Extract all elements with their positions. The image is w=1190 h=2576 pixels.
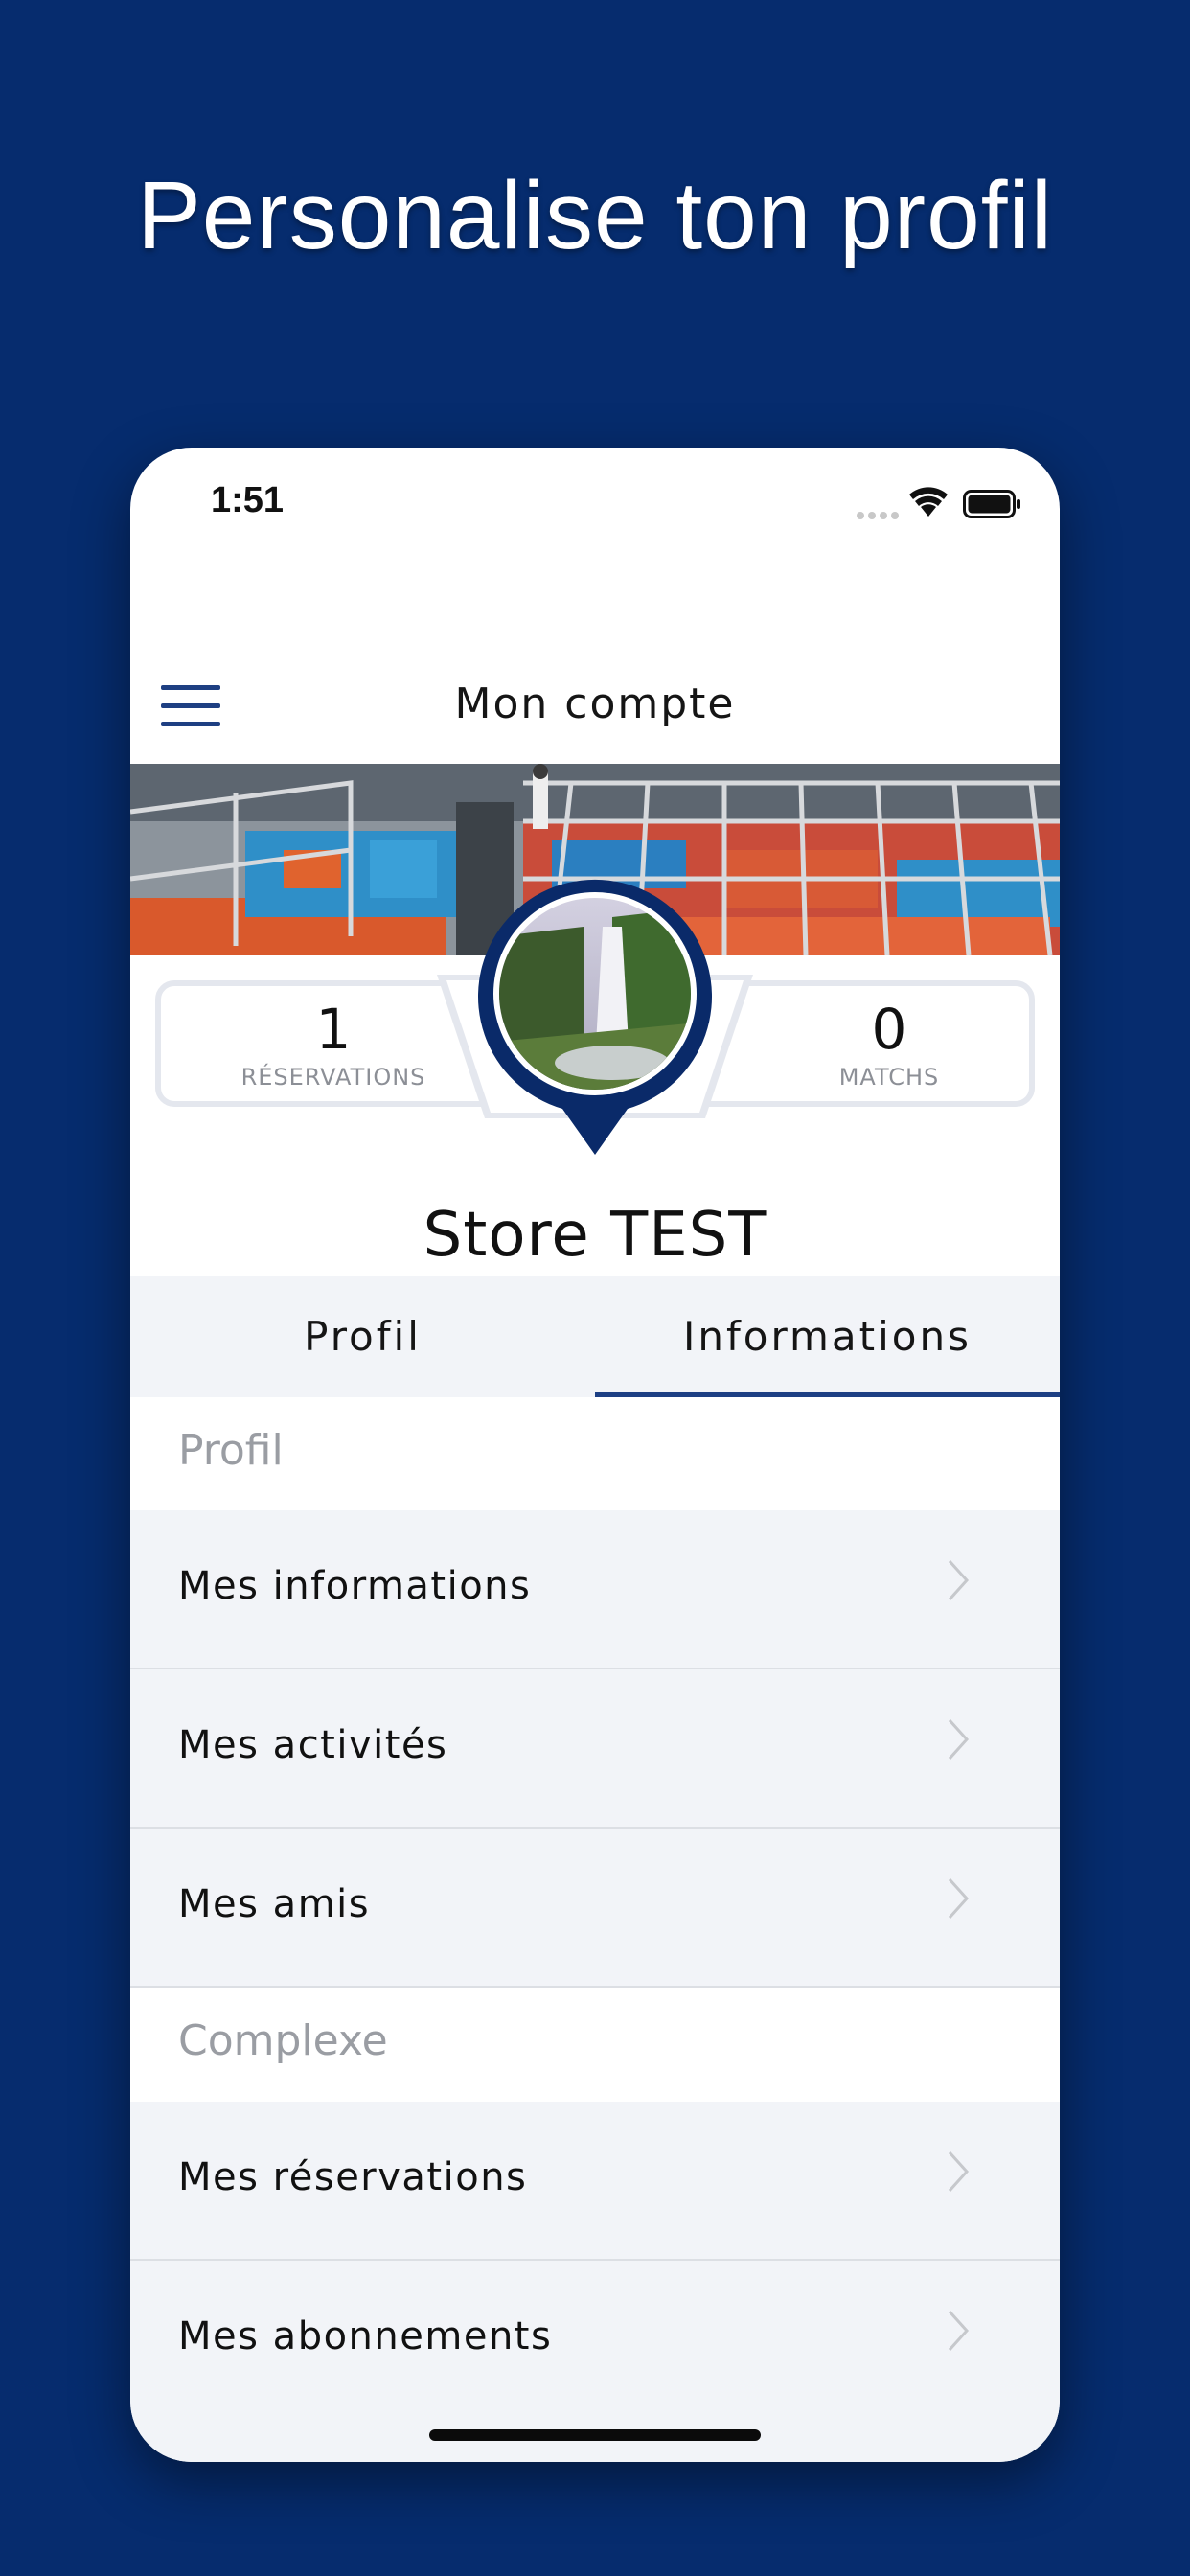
list-item-mes-activites[interactable]: Mes activités <box>130 1669 1060 1828</box>
chevron-right-icon <box>948 1718 970 1760</box>
matchs-label: MATCHS <box>838 1064 940 1091</box>
avatar[interactable] <box>478 879 712 1155</box>
battery-icon <box>963 490 1020 518</box>
promo-title: Personalise ton profil <box>137 162 1053 269</box>
section-header-label: Profil <box>178 1426 284 1475</box>
list-item-mes-amis[interactable]: Mes amis <box>130 1828 1060 1988</box>
home-indicator[interactable] <box>429 2429 761 2441</box>
section-header-complexe: Complexe <box>130 1988 1060 2102</box>
section-header-label: Complexe <box>178 2016 388 2065</box>
list-item-label: Mes réservations <box>178 2155 528 2199</box>
chevron-right-icon <box>948 2310 970 2352</box>
tab-bar: Profil Informations <box>130 1276 1060 1397</box>
tab-profil[interactable]: Profil <box>130 1276 595 1397</box>
profile-name: Store TEST <box>423 1200 767 1271</box>
chevron-right-icon <box>948 1559 970 1601</box>
matchs-count: 0 <box>871 997 907 1062</box>
list-item-label: Mes abonnements <box>178 2314 553 2358</box>
status-time: 1:51 <box>211 480 285 520</box>
section-header-profil: Profil <box>130 1397 1060 1510</box>
cellular-signal-icon <box>857 505 903 523</box>
tab-informations[interactable]: Informations <box>595 1276 1060 1397</box>
list-item-label: Mes informations <box>178 1564 532 1608</box>
chevron-right-icon <box>948 1877 970 1920</box>
list-item-mes-reservations[interactable]: Mes réservations <box>130 2102 1060 2261</box>
matchs-stat[interactable]: 0 MATCHS <box>755 996 1023 1092</box>
phone-screen: 1:51 Mon compte 1 RÉSERVATIONS 0 MATCHS … <box>130 448 1060 2462</box>
nav-bar: Mon compte <box>130 658 1060 754</box>
reservations-stat[interactable]: 1 RÉSERVATIONS <box>199 996 468 1092</box>
status-bar: 1:51 <box>130 448 1060 553</box>
reservations-label: RÉSERVATIONS <box>240 1064 426 1091</box>
chevron-right-icon <box>948 2150 970 2193</box>
list-item-label: Mes activités <box>178 1723 448 1767</box>
list-item-label: Mes amis <box>178 1882 371 1926</box>
list-item-mes-informations[interactable]: Mes informations <box>130 1510 1060 1669</box>
reservations-count: 1 <box>315 997 352 1062</box>
wifi-icon <box>909 487 948 517</box>
page-title: Mon compte <box>454 679 736 728</box>
